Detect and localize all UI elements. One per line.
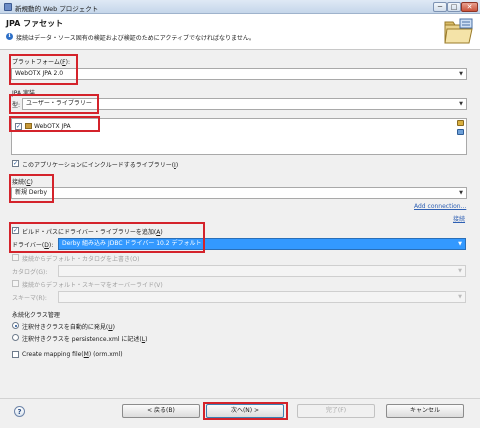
- library-jar-icon: [25, 123, 32, 129]
- title-bar: 新規動的 Web プロジェクト ─ □ ✕: [0, 0, 480, 14]
- include-library-checkbox[interactable]: ✓: [12, 160, 19, 167]
- add-driver-checkbox[interactable]: ✓: [12, 227, 19, 234]
- platform-value: WebOTX JPA 2.0: [15, 70, 64, 77]
- catalog-label: カタログ(G):: [12, 269, 48, 276]
- driver-combo[interactable]: Derby 組み込み JDBC ドライバー 10.2 デフォルト ▼: [58, 238, 466, 250]
- list-in-xml-radio[interactable]: [12, 334, 19, 341]
- library-list[interactable]: ✓ WebOTX JPA: [11, 118, 467, 155]
- type-value: ユーザー・ライブラリー: [26, 100, 92, 107]
- next-button[interactable]: 次へ(N) >: [206, 404, 284, 418]
- add-driver-label: ビルド・パスにドライバー・ライブラリーを追加(A): [22, 229, 163, 236]
- schema-label: スキーマ(R):: [12, 295, 47, 302]
- app-icon: [4, 3, 12, 11]
- schema-combo[interactable]: ▼: [58, 291, 466, 303]
- connection-label: 接続(C): [12, 179, 33, 186]
- download-library-icon[interactable]: [457, 129, 464, 135]
- chevron-down-icon: ▼: [459, 101, 463, 107]
- maximize-button[interactable]: □: [447, 2, 461, 12]
- cancel-button[interactable]: キャンセル: [386, 404, 464, 418]
- chevron-down-icon: ▼: [458, 241, 462, 247]
- back-button[interactable]: < 戻る(B): [122, 404, 200, 418]
- jpa-impl-group-label: JPA 実装: [12, 90, 36, 97]
- driver-value: Derby 組み込み JDBC ドライバー 10.2 デフォルト: [62, 240, 202, 247]
- add-connection-link[interactable]: Add connection...: [414, 203, 466, 210]
- page-title: JPA ファセット: [6, 19, 64, 28]
- orm-label: Create mapping file(M) (orm.xml): [22, 351, 123, 358]
- wizard-content: プラットフォーム(F): WebOTX JPA 2.0 ▼ JPA 実装 型: …: [0, 50, 480, 398]
- wizard-footer: ? < 戻る(B) 次へ(N) > 完了(F) キャンセル: [0, 398, 480, 428]
- connection-combo[interactable]: 新規 Derby ▼: [11, 187, 467, 199]
- add-library-icon[interactable]: [457, 120, 464, 126]
- include-library-label: このアプリケーションにインクルードするライブラリー(I): [22, 162, 179, 169]
- wizard-header: JPA ファセット i 接続はデータ・ソース固有の検証および検証のためにアクティ…: [0, 14, 480, 50]
- minimize-button[interactable]: ─: [433, 2, 447, 12]
- connection-value: 新規 Derby: [15, 189, 48, 196]
- platform-combo[interactable]: WebOTX JPA 2.0 ▼: [11, 68, 467, 80]
- chevron-down-icon: ▼: [459, 190, 463, 196]
- close-button[interactable]: ✕: [461, 2, 478, 12]
- list-in-xml-label: 注釈付きクラスを persistence.xml に記述(L): [22, 336, 148, 343]
- list-item[interactable]: ✓ WebOTX JPA: [15, 122, 105, 132]
- library-checkbox[interactable]: ✓: [15, 123, 22, 130]
- persistent-class-group-label: 永続化クラス管理: [12, 312, 60, 319]
- jpa-folder-wizard-icon: [444, 18, 473, 44]
- connect-link[interactable]: 接続: [453, 214, 465, 223]
- chevron-down-icon: ▼: [458, 268, 462, 274]
- type-label: 型:: [12, 102, 21, 109]
- window-title: 新規動的 Web プロジェクト: [15, 5, 99, 13]
- chevron-down-icon: ▼: [458, 294, 462, 300]
- platform-label: プラットフォーム(F):: [12, 59, 70, 66]
- override-schema-checkbox[interactable]: [12, 280, 19, 287]
- override-schema-label: 接続からデフォルト・スキーマをオーバーライド(V): [22, 282, 163, 289]
- chevron-down-icon: ▼: [459, 71, 463, 77]
- info-icon: i: [6, 33, 13, 40]
- discover-radio[interactable]: [12, 322, 19, 329]
- help-icon[interactable]: ?: [14, 406, 25, 417]
- orm-checkbox[interactable]: [12, 351, 19, 358]
- info-message: 接続はデータ・ソース固有の検証および検証のためにアクティブでなければなりません。: [16, 35, 255, 42]
- finish-button[interactable]: 完了(F): [297, 404, 375, 418]
- type-combo[interactable]: ユーザー・ライブラリー ▼: [22, 98, 467, 110]
- catalog-combo[interactable]: ▼: [58, 265, 466, 277]
- driver-label: ドライバー(D):: [12, 242, 54, 249]
- override-catalog-checkbox[interactable]: [12, 254, 19, 261]
- discover-label: 注釈付きクラスを自動的に発見(U): [22, 324, 115, 331]
- override-catalog-label: 接続からデフォルト・カタログを上書き(O): [22, 256, 140, 263]
- library-name: WebOTX JPA: [34, 123, 71, 130]
